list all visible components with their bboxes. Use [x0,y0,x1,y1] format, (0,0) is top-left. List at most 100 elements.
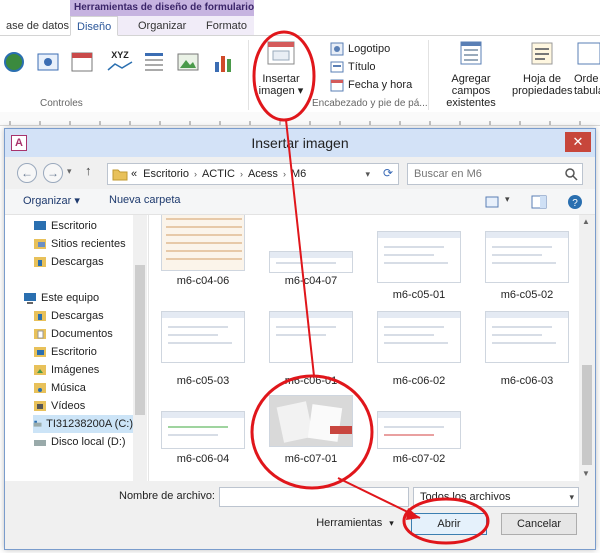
recent-locations-chevron-icon[interactable]: ▾ [67,166,72,177]
title-button[interactable]: Título [330,58,376,76]
tree-label: TI31238200A (C:) [46,418,133,430]
refresh-icon[interactable]: ⟳ [379,164,397,182]
breadcrumb-chevron-icon[interactable]: › [238,169,245,179]
tab-format[interactable]: Formato [200,16,253,36]
tree-item-documentos[interactable]: Documentos [33,325,113,343]
date-time-button[interactable]: Fecha y hora [330,76,412,94]
cancel-button[interactable]: Cancelar [501,513,577,535]
property-sheet-label-line2: propiedades [512,85,573,97]
ruler [0,112,600,126]
tree-item-drive-d[interactable]: Disco local (D:) [33,433,126,451]
search-icon[interactable] [564,167,578,181]
list-control-icon[interactable] [142,50,166,74]
navigation-bar: ← → ▾ ↑ « Escritorio › ACTIC › Acess › M… [5,157,595,189]
file-item[interactable]: m6-c05-03 [155,303,251,387]
file-name: m6-c06-02 [392,375,446,387]
logo-button[interactable]: Logotipo [330,40,390,58]
logo-icon [330,42,344,56]
file-item[interactable]: m6-c06-03 [479,303,575,387]
tools-button[interactable]: Herramientas ▾ [309,513,401,535]
tree-item-videos[interactable]: Vídeos [33,397,85,415]
file-item[interactable]: m6-c04-06 [155,215,251,291]
tab-design[interactable]: Diseño [70,16,119,36]
file-item[interactable]: m6-c04-07 [263,215,359,291]
downloads-folder-icon [34,257,46,267]
preview-pane-icon[interactable] [531,194,547,210]
tab-database-tools[interactable]: ase de datos [0,16,75,36]
chart-control-icon[interactable]: XYZ [106,50,134,74]
dialog-titlebar[interactable]: A Insertar imagen ✕ [5,129,595,157]
filename-field[interactable] [219,487,409,507]
tree-item-imagenes[interactable]: Imágenes [33,361,99,379]
form-control-icon[interactable] [70,50,94,74]
property-sheet-label-line1: Hoja de [523,73,561,85]
change-view-icon[interactable] [485,194,501,210]
documents-folder-icon [34,329,46,339]
scroll-up-icon[interactable]: ▲ [582,217,590,226]
desktop-folder-icon [34,347,46,357]
file-list-scrollbar[interactable]: ▲ ▼ [579,215,595,481]
view-options-chevron-icon[interactable]: ▾ [505,194,510,205]
breadcrumb-chevron-icon[interactable]: › [281,169,288,179]
file-item[interactable]: m6-c05-02 [479,215,575,301]
recent-places-icon [34,239,46,249]
tab-order-button[interactable]: Orde tabula [574,40,600,97]
tab-arrange[interactable]: Organizar [132,16,192,36]
add-existing-fields-button[interactable]: Agregar campos existentes [432,40,510,109]
file-thumbnail [377,411,461,449]
file-item[interactable]: m6-c06-01 [263,303,359,387]
file-type-value: Todos los archivos [420,491,511,503]
new-folder-button[interactable]: Nueva carpeta [109,194,181,206]
file-item[interactable]: m6-c06-02 [371,303,467,387]
web-browser-control-icon[interactable] [2,50,26,74]
image-control-icon[interactable] [176,50,200,74]
bar-chart-control-icon[interactable] [212,50,236,74]
close-button[interactable]: ✕ [565,132,591,152]
help-icon[interactable]: ? [567,194,583,210]
navigation-pane-scrollbar[interactable] [133,215,147,481]
file-item[interactable]: m6-c05-01 [371,215,467,301]
windows-drive-icon [33,420,42,427]
tree-item-escritorio-fav[interactable]: Escritorio [33,217,97,235]
file-name: m6-c05-02 [500,289,554,301]
tree-item-drive-c[interactable]: TI31238200A (C:) [33,415,133,433]
insert-image-button[interactable]: Insertar imagen ▾ [254,40,308,97]
up-arrow-icon[interactable]: ↑ [85,163,92,178]
breadcrumb-acess[interactable]: Acess [245,168,281,180]
date-time-label: Fecha y hora [348,79,413,91]
file-thumbnail [269,251,353,273]
tab-order-label-line1: Orde [574,73,599,85]
address-bar[interactable]: « Escritorio › ACTIC › Acess › M6 ▾ [107,163,399,185]
back-arrow-icon[interactable]: ← [17,163,37,183]
dialog-toolbar: Organizar ▾ Nueva carpeta ▾ ? [5,189,595,215]
tree-item-this-pc[interactable]: Este equipo [23,289,99,307]
tree-item-escritorio[interactable]: Escritorio [33,343,97,361]
scrollbar-thumb[interactable] [135,265,145,415]
tree-item-musica[interactable]: Música [33,379,86,397]
breadcrumb-chevron-icon[interactable]: › [192,169,199,179]
breadcrumb-escritorio[interactable]: Escritorio [140,168,192,180]
open-button[interactable]: Abrir [411,513,487,535]
navigation-control-icon[interactable] [36,50,60,74]
file-type-select[interactable]: Todos los archivos ▾ [413,487,579,507]
tree-label: Descargas [51,256,104,268]
scrollbar-thumb[interactable] [582,365,592,465]
forward-arrow-icon[interactable]: → [43,163,63,183]
scroll-down-icon[interactable]: ▼ [582,469,590,478]
file-item[interactable]: m6-c06-04 [155,391,251,471]
file-item[interactable]: m6-c07-02 [371,391,467,471]
file-item[interactable]: m6-c07-01 [263,391,359,471]
breadcrumb-m6[interactable]: M6 [288,168,309,180]
tree-label: Música [51,382,86,394]
filename-input[interactable] [220,488,406,506]
tree-item-descargas[interactable]: Descargas [33,307,104,325]
tree-item-descargas-fav[interactable]: Descargas [33,253,104,271]
breadcrumb-actic[interactable]: ACTIC [199,168,238,180]
tree-item-recent-places[interactable]: Sitios recientes [33,235,126,253]
address-dropdown-icon[interactable]: ▾ [363,169,372,180]
search-input[interactable] [408,164,558,184]
property-sheet-button[interactable]: Hoja de propiedades [512,40,573,97]
search-box[interactable] [407,163,583,185]
title-icon [330,61,344,73]
organize-button[interactable]: Organizar ▾ [23,194,80,207]
